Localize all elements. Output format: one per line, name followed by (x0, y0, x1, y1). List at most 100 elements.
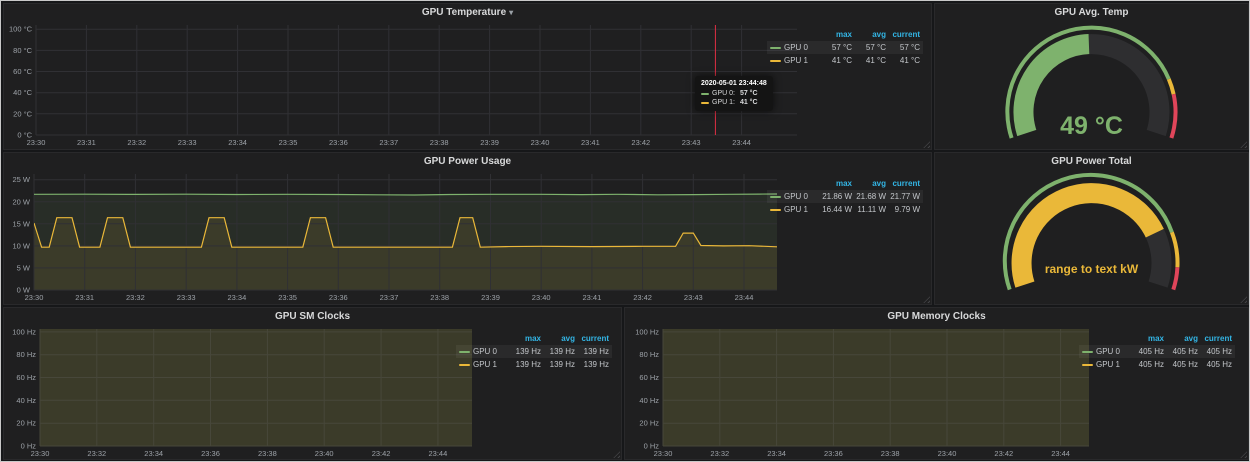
svg-text:20 °C: 20 °C (13, 109, 32, 118)
legend-series-toggle[interactable]: GPU 0 (1082, 347, 1130, 356)
svg-text:40 Hz: 40 Hz (16, 396, 36, 405)
legend-row: GPU 1405 Hz405 Hz405 Hz (1079, 358, 1235, 371)
legend-sort-avg[interactable]: avg (541, 334, 575, 343)
panel-resize-handle[interactable] (923, 296, 930, 303)
legend-value: 405 Hz (1164, 360, 1198, 369)
series-color-dash-icon (701, 102, 709, 104)
tooltip-series-name: GPU 1: (712, 99, 735, 106)
sm-clocks-legend: maxavgcurrentGPU 0139 Hz139 Hz139 HzGPU … (456, 332, 612, 371)
legend-series-toggle[interactable]: GPU 1 (770, 56, 818, 65)
legend-sort-current[interactable]: current (886, 179, 920, 188)
svg-text:23:44: 23:44 (429, 449, 448, 458)
svg-text:23:34: 23:34 (767, 449, 786, 458)
panel-resize-handle[interactable] (1240, 451, 1247, 458)
svg-text:23:38: 23:38 (258, 449, 277, 458)
legend-sort-max[interactable]: max (1130, 334, 1164, 343)
legend-series-toggle[interactable]: GPU 1 (459, 360, 507, 369)
series-color-dash-icon (1082, 364, 1093, 366)
panel-title[interactable]: GPU Temperature (422, 7, 506, 18)
svg-text:23:42: 23:42 (994, 449, 1013, 458)
panel-resize-handle[interactable] (613, 451, 620, 458)
legend-row: GPU 021.86 W21.68 W21.77 W (767, 190, 923, 203)
temperature-chart[interactable]: 0 °C20 °C40 °C60 °C80 °C100 °C23:3023:31… (6, 22, 799, 148)
series-area-GPU1 (40, 326, 472, 446)
gauge-threshold-segment-1 (1169, 79, 1174, 94)
panel-title-bar[interactable]: GPU Temperature▾ (4, 4, 931, 22)
panel-title[interactable]: GPU Power Usage (424, 156, 511, 167)
power-usage-chart[interactable]: 0 W5 W10 W15 W20 W25 W23:3023:3123:3223:… (6, 171, 779, 303)
legend-sort-max[interactable]: max (818, 30, 852, 39)
gauge-svg: range to text kW (935, 171, 1248, 304)
legend-value: 139 Hz (507, 360, 541, 369)
svg-text:23:31: 23:31 (77, 138, 96, 147)
svg-text:23:42: 23:42 (633, 293, 652, 302)
panel-title-bar[interactable]: GPU Memory Clocks (625, 308, 1248, 326)
tooltip-series-value: 41 °C (740, 99, 758, 106)
svg-text:23:34: 23:34 (144, 449, 163, 458)
panel-title[interactable]: GPU Memory Clocks (887, 311, 985, 322)
svg-text:23:30: 23:30 (31, 449, 50, 458)
legend-header-row: maxavgcurrent (1079, 332, 1235, 345)
svg-text:23:37: 23:37 (380, 293, 399, 302)
series-color-dash-icon (459, 351, 470, 353)
svg-text:23:37: 23:37 (379, 138, 398, 147)
legend-sort-avg[interactable]: avg (1164, 334, 1198, 343)
panel-title-bar[interactable]: GPU Avg. Temp (935, 4, 1248, 22)
legend-sort-current[interactable]: current (575, 334, 609, 343)
panel-title[interactable]: GPU SM Clocks (275, 311, 350, 322)
legend-series-toggle[interactable]: GPU 0 (770, 43, 818, 52)
svg-text:23:38: 23:38 (430, 293, 449, 302)
legend-series-toggle[interactable]: GPU 1 (770, 205, 818, 214)
legend-series-toggle[interactable]: GPU 0 (770, 192, 818, 201)
panel-title-bar[interactable]: GPU SM Clocks (4, 308, 621, 326)
gauge-threshold-segment-1 (1172, 232, 1178, 267)
legend-sort-avg[interactable]: avg (852, 30, 886, 39)
timeseries-svg: 0 Hz20 Hz40 Hz60 Hz80 Hz100 Hz23:3023:32… (627, 326, 1091, 459)
svg-text:23:32: 23:32 (710, 449, 729, 458)
sm-clocks-chart[interactable]: 0 Hz20 Hz40 Hz60 Hz80 Hz100 Hz23:3023:32… (6, 326, 474, 459)
svg-text:40 °C: 40 °C (13, 88, 32, 97)
svg-text:23:40: 23:40 (532, 293, 551, 302)
legend-header-row: maxavgcurrent (456, 332, 612, 345)
svg-text:23:42: 23:42 (631, 138, 650, 147)
panel-gpu-memory-clocks: GPU Memory Clocks 0 Hz20 Hz40 Hz60 Hz80 … (624, 307, 1249, 460)
memory-clocks-chart[interactable]: 0 Hz20 Hz40 Hz60 Hz80 Hz100 Hz23:3023:32… (627, 326, 1091, 459)
legend-series-toggle[interactable]: GPU 1 (1082, 360, 1130, 369)
svg-text:23:35: 23:35 (278, 293, 297, 302)
legend-sort-current[interactable]: current (1198, 334, 1232, 343)
panel-title[interactable]: GPU Avg. Temp (1054, 7, 1128, 18)
svg-text:23:38: 23:38 (881, 449, 900, 458)
temperature-legend: maxavgcurrentGPU 057 °C57 °C57 °CGPU 141… (767, 28, 923, 67)
legend-value: 41 °C (818, 56, 852, 65)
svg-text:25 W: 25 W (12, 175, 30, 184)
series-color-dash-icon (1082, 351, 1093, 353)
panel-resize-handle[interactable] (923, 141, 930, 148)
legend-series-toggle[interactable]: GPU 0 (459, 347, 507, 356)
panel-title-bar[interactable]: GPU Power Total (935, 153, 1248, 171)
legend-row: GPU 0405 Hz405 Hz405 Hz (1079, 345, 1235, 358)
panel-title[interactable]: GPU Power Total (1051, 156, 1131, 167)
legend-row: GPU 1139 Hz139 Hz139 Hz (456, 358, 612, 371)
timeseries-svg: 0 W5 W10 W15 W20 W25 W23:3023:3123:3223:… (6, 171, 779, 303)
legend-value: 405 Hz (1164, 347, 1198, 356)
svg-text:40 Hz: 40 Hz (639, 396, 659, 405)
svg-text:15 W: 15 W (12, 219, 30, 228)
legend-sort-max[interactable]: max (507, 334, 541, 343)
svg-text:80 Hz: 80 Hz (639, 350, 659, 359)
svg-text:23:43: 23:43 (684, 293, 703, 302)
legend-sort-current[interactable]: current (886, 30, 920, 39)
legend-sort-max[interactable]: max (818, 179, 852, 188)
panel-menu-caret-icon[interactable]: ▾ (509, 8, 513, 17)
legend-sort-avg[interactable]: avg (852, 179, 886, 188)
svg-text:23:40: 23:40 (315, 449, 334, 458)
legend-value: 57 °C (886, 43, 920, 52)
svg-text:23:44: 23:44 (735, 293, 754, 302)
panel-title-bar[interactable]: GPU Power Usage (4, 153, 931, 171)
series-area-GPU1 (663, 326, 1089, 446)
svg-text:60 Hz: 60 Hz (16, 373, 36, 382)
legend-row: GPU 0139 Hz139 Hz139 Hz (456, 345, 612, 358)
series-color-dash-icon (770, 47, 781, 49)
timeseries-svg: 0 °C20 °C40 °C60 °C80 °C100 °C23:3023:31… (6, 22, 799, 148)
svg-text:10 W: 10 W (12, 241, 30, 250)
svg-text:23:34: 23:34 (228, 293, 247, 302)
